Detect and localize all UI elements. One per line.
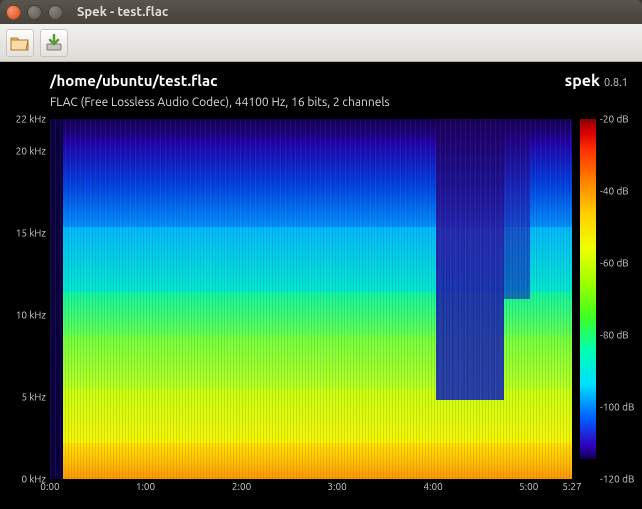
legend-tick: -120 dB xyxy=(600,474,634,485)
x-tick: 5:00 xyxy=(519,481,538,492)
maximize-icon[interactable] xyxy=(48,5,63,20)
x-tick: 2:00 xyxy=(232,481,251,492)
x-tick: 1:00 xyxy=(136,481,155,492)
app-version: 0.8.1 xyxy=(604,77,628,89)
minimize-icon[interactable] xyxy=(27,5,42,20)
colorbar: -20 dB -40 dB -60 dB -80 dB -100 dB -120… xyxy=(572,119,628,479)
save-button[interactable] xyxy=(40,29,68,57)
legend-tick: -80 dB xyxy=(600,330,629,341)
x-tick: 0:00 xyxy=(40,481,59,492)
y-tick: 5 kHz xyxy=(21,392,46,403)
y-tick: 10 kHz xyxy=(16,310,46,321)
y-tick: 15 kHz xyxy=(16,228,46,239)
y-tick: 22 kHz xyxy=(16,114,46,125)
x-tick: 3:00 xyxy=(327,481,346,492)
file-info: FLAC (Free Lossless Audio Codec), 44100 … xyxy=(10,96,628,109)
legend-tick: -20 dB xyxy=(600,114,629,125)
app-label-wrap: spek 0.8.1 xyxy=(565,72,628,90)
toolbar xyxy=(0,24,642,62)
spectrogram-canvas xyxy=(50,119,572,479)
legend-tick: -100 dB xyxy=(600,402,634,413)
app-name: spek xyxy=(565,72,600,90)
y-tick: 20 kHz xyxy=(16,146,46,157)
window-title: Spek - test.flac xyxy=(77,5,168,19)
save-icon xyxy=(44,34,64,52)
content-area: /home/ubuntu/test.flac spek 0.8.1 FLAC (F… xyxy=(0,62,642,509)
legend-tick: -60 dB xyxy=(600,258,629,269)
x-tick: 5:27 xyxy=(562,481,581,492)
legend-tick: -40 dB xyxy=(600,186,629,197)
colorbar-gradient xyxy=(580,119,596,459)
file-path: /home/ubuntu/test.flac xyxy=(50,72,218,89)
y-axis: 22 kHz 20 kHz 15 kHz 10 kHz 5 kHz 0 kHz xyxy=(10,119,50,479)
folder-icon xyxy=(10,34,30,52)
spectrogram-plot: 22 kHz 20 kHz 15 kHz 10 kHz 5 kHz 0 kHz … xyxy=(10,119,628,479)
close-icon[interactable] xyxy=(6,5,21,20)
x-tick: 4:00 xyxy=(423,481,442,492)
window-titlebar: Spek - test.flac xyxy=(0,0,642,24)
open-button[interactable] xyxy=(6,29,34,57)
x-axis: 0:00 1:00 2:00 3:00 4:00 5:00 5:27 xyxy=(50,479,572,499)
